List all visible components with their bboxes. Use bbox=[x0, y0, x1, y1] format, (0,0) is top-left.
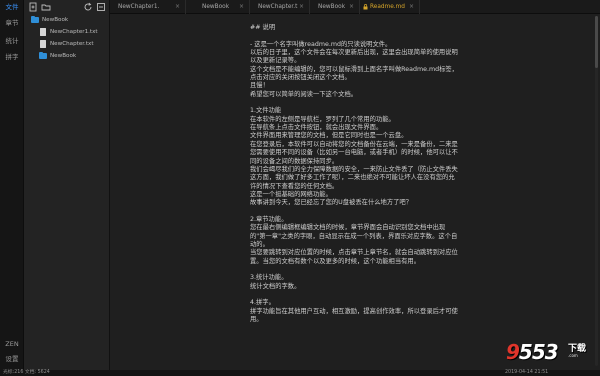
status-bar: 光标:216 文档: 5624 2019-04-14 21:51 bbox=[0, 370, 600, 376]
tree-folder-newbook[interactable]: NewBook bbox=[24, 14, 110, 26]
status-right: 2019-04-14 21:51 bbox=[505, 370, 549, 375]
status-left: 光标:216 文档: 5624 bbox=[3, 370, 50, 375]
rail-stats-button[interactable]: 统计 bbox=[0, 37, 24, 45]
tab-newbook-2[interactable]: NewBook × bbox=[310, 0, 360, 14]
rail-typing-button[interactable]: 拼字 bbox=[0, 53, 24, 61]
tab-readme[interactable]: Readme.md × bbox=[360, 0, 420, 14]
editor-pane[interactable]: ## 说明 - 这是一个名字叫做readme.md的只读说明文件。 以后的日子里… bbox=[110, 14, 600, 370]
tab-newchapter1[interactable]: NewChapter1. × bbox=[110, 0, 186, 14]
tree-folder-newbook-sub[interactable]: NewBook bbox=[24, 50, 110, 62]
rail-chapters-button[interactable]: 章节 bbox=[0, 19, 24, 27]
close-icon[interactable]: × bbox=[175, 0, 180, 14]
tree-item-label: NewChapter1.txt bbox=[50, 29, 98, 35]
tree-file-newchapter1[interactable]: NewChapter1.txt bbox=[24, 26, 110, 38]
new-folder-icon[interactable] bbox=[41, 2, 51, 12]
tree-item-label: NewChapter.txt bbox=[50, 41, 94, 47]
collapse-icon[interactable] bbox=[96, 2, 106, 12]
tab-newbook[interactable]: NewBook × bbox=[186, 0, 250, 14]
lock-icon bbox=[363, 4, 368, 10]
close-icon[interactable]: × bbox=[409, 0, 414, 14]
close-icon[interactable]: × bbox=[349, 0, 354, 14]
folder-icon bbox=[39, 51, 47, 59]
rail-settings-button[interactable]: 设置 bbox=[0, 355, 24, 363]
scrollbar-thumb[interactable] bbox=[595, 16, 598, 68]
tab-label: NewBook bbox=[202, 4, 230, 10]
file-toolbar bbox=[24, 0, 110, 15]
rail-files-button[interactable]: 文件 bbox=[0, 3, 24, 11]
close-icon[interactable]: × bbox=[299, 0, 304, 14]
tab-label: NewBook bbox=[318, 4, 346, 10]
document-content[interactable]: ## 说明 - 这是一个名字叫做readme.md的只读说明文件。 以后的日子里… bbox=[250, 24, 460, 324]
left-nav-rail: 文件 章节 统计 拼字 ZEN 设置 bbox=[0, 0, 24, 376]
tab-label: NewChapter.t bbox=[258, 4, 298, 10]
tab-label: Readme.md bbox=[370, 4, 405, 10]
folder-icon bbox=[31, 15, 39, 23]
new-file-icon[interactable] bbox=[28, 2, 38, 12]
tree-item-label: NewBook bbox=[50, 53, 77, 59]
tab-label: NewChapter1. bbox=[118, 4, 160, 10]
tree-item-label: NewBook bbox=[42, 17, 69, 23]
rail-zen-button[interactable]: ZEN bbox=[0, 340, 24, 348]
file-icon bbox=[40, 40, 46, 48]
tab-newchapter[interactable]: NewChapter.t × bbox=[250, 0, 310, 14]
editor-scrollbar[interactable] bbox=[595, 16, 598, 366]
file-sidebar: NewBook NewChapter1.txt NewChapter.txt N… bbox=[24, 0, 110, 370]
tree-file-newchapter[interactable]: NewChapter.txt bbox=[24, 38, 110, 50]
file-icon bbox=[40, 28, 46, 36]
close-icon[interactable]: × bbox=[239, 0, 244, 14]
site-watermark-logo: 9553 下载 .com bbox=[506, 340, 587, 364]
tab-bar: NewChapter1. × NewBook × NewChapter.t × … bbox=[110, 0, 600, 14]
refresh-icon[interactable] bbox=[83, 2, 93, 12]
